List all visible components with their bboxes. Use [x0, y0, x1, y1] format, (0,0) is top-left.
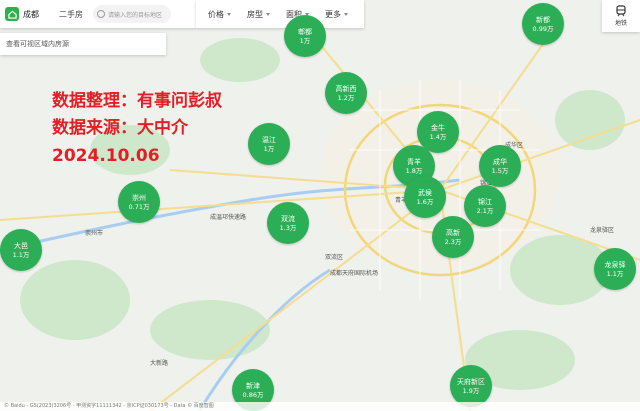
map-label: 大新路	[150, 360, 169, 367]
district-name: 金牛	[431, 123, 445, 132]
home-icon[interactable]	[5, 7, 19, 21]
watermark-line1: 数据整理：有事问彭叔	[52, 91, 222, 111]
district-bubble-gaoxinxi[interactable]: 高新西 1.2万	[325, 72, 367, 114]
district-price: 2.1万	[476, 206, 494, 215]
district-name: 高新	[446, 228, 460, 237]
district-bubble-wenjiang[interactable]: 温江 1万	[248, 123, 290, 165]
district-bubble-longquanyi[interactable]: 龙泉驿 1.1万	[594, 248, 636, 290]
map-copyright: © Baidu - GS(2023)3206号 - 甲测资字11111342 -…	[0, 402, 640, 411]
district-price: 1.1万	[12, 250, 30, 259]
chevron-down-icon	[266, 12, 270, 16]
district-price: 1.6万	[416, 197, 434, 206]
district-price: 1.4万	[429, 132, 447, 141]
district-bubble-gaoxin[interactable]: 高新 2.3万	[432, 216, 474, 258]
district-price: 1万	[263, 144, 275, 153]
map-label: 成都天府国际机场	[330, 270, 379, 277]
filter-bar: 价格 房型 面积 更多	[196, 0, 364, 28]
district-name: 锦江	[478, 197, 492, 206]
district-name: 天府新区	[457, 377, 485, 386]
district-name: 武侯	[418, 188, 432, 197]
chevron-down-icon	[344, 12, 348, 16]
district-price: 0.86万	[242, 390, 264, 399]
district-bubble-chenghua[interactable]: 成华 1.5万	[479, 145, 521, 187]
district-bubble-shuangliu[interactable]: 双流 1.3万	[267, 202, 309, 244]
district-bubble-dayi[interactable]: 大邑 1.1万	[0, 229, 42, 271]
district-price: 1.8万	[405, 166, 423, 175]
district-price: 0.99万	[532, 24, 554, 33]
district-price: 2.3万	[444, 237, 462, 246]
search-icon	[97, 10, 105, 18]
search-placeholder: 请输入您的目标地区	[108, 11, 163, 19]
district-price: 1万	[299, 36, 311, 45]
map-label: 龙泉驿区	[590, 227, 615, 234]
filter-price[interactable]: 价格	[208, 9, 231, 20]
filter-layout[interactable]: 房型	[247, 9, 270, 20]
district-name: 龙泉驿	[604, 260, 626, 269]
district-name: 新津	[246, 381, 260, 390]
city-map[interactable]	[0, 0, 640, 411]
district-bubble-tianfu[interactable]: 天府新区 1.9万	[450, 365, 492, 407]
district-price: 1.2万	[337, 93, 355, 102]
district-name: 成华	[493, 157, 507, 166]
district-bubble-jinjiang[interactable]: 锦江 2.1万	[464, 185, 506, 227]
district-name: 崇州	[132, 193, 146, 202]
search-input[interactable]: 请输入您的目标地区	[93, 5, 171, 23]
watermark-line2: 数据来源：大中介	[52, 118, 188, 138]
district-price: 1.3万	[279, 223, 297, 232]
subway-icon	[616, 5, 626, 17]
map-label: 双流区	[325, 254, 344, 261]
district-bubble-pidu[interactable]: 郫都 1万	[284, 15, 326, 57]
district-price: 1.1万	[606, 269, 624, 278]
district-price: 1.9万	[462, 386, 480, 395]
map-label: 崇州市	[85, 230, 104, 237]
district-bubble-wuhou[interactable]: 武侯 1.6万	[404, 176, 446, 218]
district-name: 大邑	[14, 241, 28, 250]
district-price: 1.5万	[491, 166, 509, 175]
district-price: 0.71万	[128, 202, 150, 211]
district-name: 郫都	[298, 27, 312, 36]
view-area-listings-button[interactable]: 查看可视区域内房源	[0, 33, 166, 55]
district-name: 高新西	[335, 84, 357, 93]
subway-button[interactable]: 地铁	[602, 0, 640, 32]
chevron-down-icon	[227, 12, 231, 16]
district-name: 青羊	[407, 157, 421, 166]
district-bubble-xindu[interactable]: 新都 0.99万	[522, 3, 564, 45]
secondhand-tab[interactable]: 二手房	[59, 9, 83, 20]
district-bubble-chongzhou[interactable]: 崇州 0.71万	[118, 181, 160, 223]
map-label: 成温邛快速路	[210, 214, 247, 221]
city-selector[interactable]: 成都	[23, 9, 39, 20]
top-bar: 成都 二手房 请输入您的目标地区	[0, 0, 196, 28]
filter-label: 价格	[208, 9, 224, 19]
subway-label: 地铁	[614, 20, 627, 27]
filter-label: 房型	[247, 9, 263, 19]
filter-more[interactable]: 更多	[325, 9, 348, 20]
district-name: 新都	[536, 15, 550, 24]
district-name: 温江	[262, 135, 276, 144]
watermark-line3: 2024.10.06	[52, 146, 160, 166]
district-name: 双流	[281, 214, 295, 223]
filter-label: 更多	[325, 9, 341, 19]
